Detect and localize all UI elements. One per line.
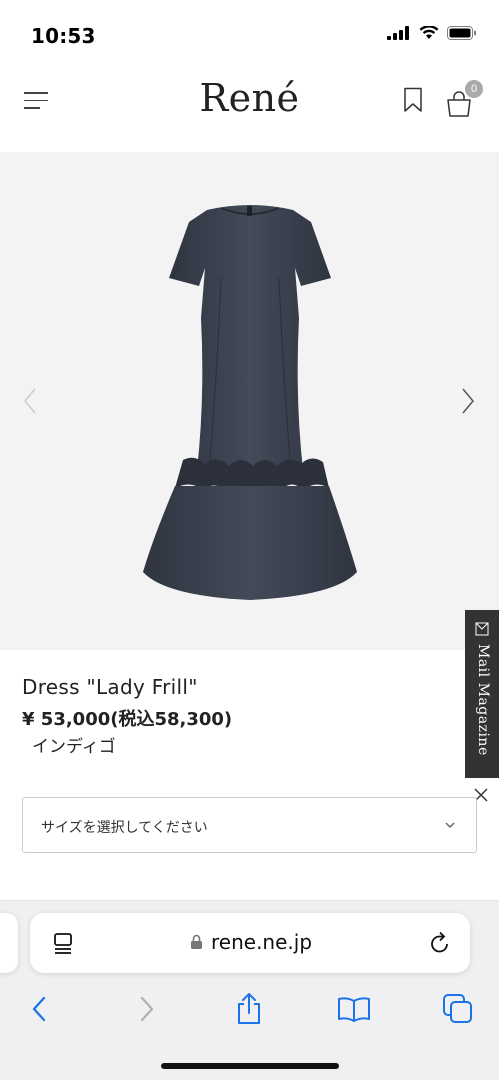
battery-icon bbox=[447, 26, 476, 40]
status-icons bbox=[387, 26, 477, 40]
forward-icon bbox=[140, 996, 154, 1022]
lock-icon bbox=[191, 934, 202, 949]
bookmarks-button[interactable] bbox=[334, 989, 374, 1029]
mail-magazine-label: Mail Magazine bbox=[475, 644, 491, 756]
signal-icon bbox=[387, 26, 409, 40]
site-header: René 0 bbox=[0, 68, 499, 152]
gallery-next-button[interactable] bbox=[458, 386, 478, 416]
bookmark-button[interactable] bbox=[402, 87, 426, 115]
back-button[interactable] bbox=[20, 989, 60, 1029]
forward-button[interactable] bbox=[126, 989, 166, 1029]
size-select[interactable]: サイズを選択してください bbox=[22, 797, 477, 853]
tabs-button[interactable] bbox=[438, 989, 478, 1029]
size-select-placeholder: サイズを選択してください bbox=[41, 820, 208, 836]
browser-toolbar bbox=[0, 989, 499, 1029]
status-bar: 10:53 bbox=[0, 0, 499, 68]
product-name: Dress "Lady Frill" bbox=[22, 675, 198, 699]
status-time: 10:53 bbox=[31, 24, 96, 48]
book-icon bbox=[338, 997, 370, 1022]
address-url: rene.ne.jp bbox=[211, 930, 313, 954]
chevron-left-icon bbox=[24, 388, 36, 414]
product-price: ¥ 53,000(税込58,300) bbox=[22, 709, 233, 730]
cart-count-badge: 0 bbox=[465, 80, 483, 98]
tabs-icon bbox=[443, 994, 472, 1023]
wifi-icon bbox=[419, 26, 439, 39]
share-button[interactable] bbox=[229, 989, 269, 1029]
tab-overview-icon[interactable] bbox=[52, 931, 74, 955]
browser-bottom-bar: rene.ne.jp bbox=[0, 900, 499, 1080]
product-image-dress bbox=[143, 205, 357, 600]
cart-button[interactable]: 0 bbox=[444, 80, 486, 122]
gallery-prev-button[interactable] bbox=[20, 386, 40, 416]
chevron-down-icon bbox=[445, 822, 455, 829]
product-color: インディゴ bbox=[32, 737, 116, 757]
share-icon bbox=[238, 993, 260, 1024]
mail-icon bbox=[475, 622, 489, 636]
previous-tab-preview[interactable] bbox=[0, 913, 18, 973]
chevron-right-icon bbox=[462, 388, 474, 414]
address-bar[interactable]: rene.ne.jp bbox=[30, 913, 470, 973]
back-icon bbox=[32, 996, 46, 1022]
mail-magazine-tab[interactable]: Mail Magazine bbox=[465, 610, 499, 778]
product-gallery[interactable] bbox=[0, 152, 499, 650]
reload-icon[interactable] bbox=[428, 930, 452, 956]
bookmark-icon bbox=[404, 87, 422, 112]
home-indicator bbox=[161, 1063, 339, 1069]
